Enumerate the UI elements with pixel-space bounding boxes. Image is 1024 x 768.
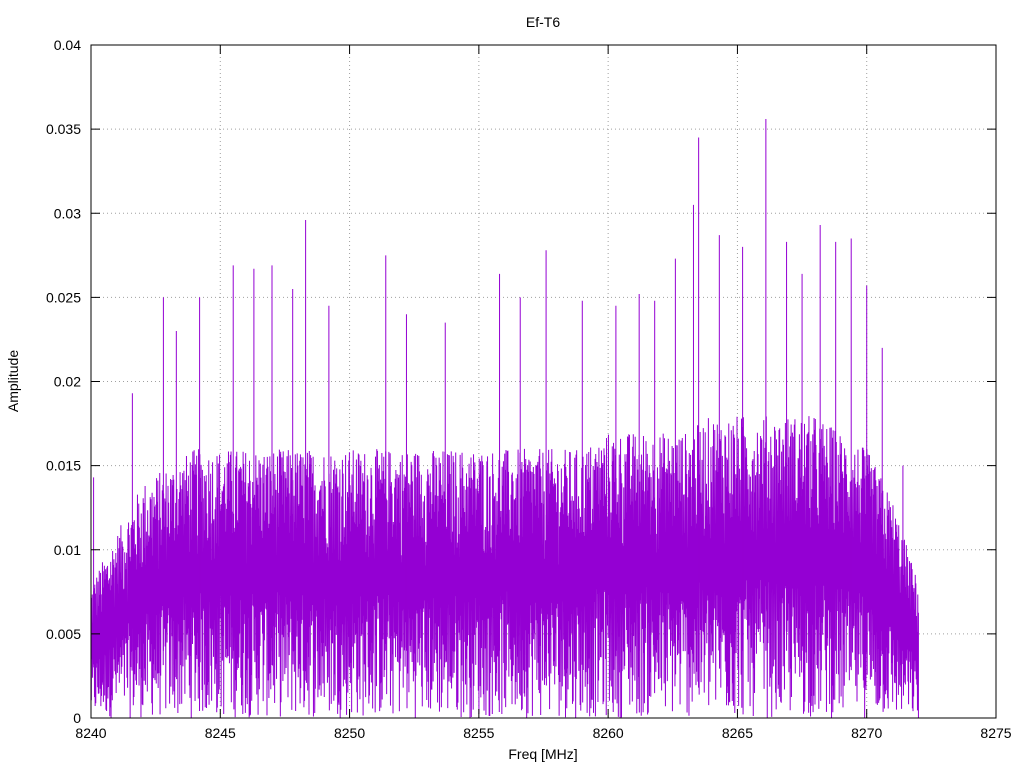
y-tick-label: 0: [73, 710, 81, 726]
spectrum-chart: 0 0.005 0.01 0.015 0.02 0.025 0.03 0.035 0.04 82…: [0, 0, 1024, 768]
x-tick-label: 8240: [75, 725, 106, 741]
y-tick-label: 0.02: [54, 374, 81, 390]
x-tick-label: 8260: [593, 725, 624, 741]
x-axis-title: Freq [MHz]: [508, 746, 577, 762]
y-axis-title: Amplitude: [5, 350, 21, 412]
y-tick-label: 0.035: [46, 121, 81, 137]
x-tick-label: 8250: [334, 725, 365, 741]
x-tick-label: 8265: [722, 725, 753, 741]
y-tick-label: 0.01: [54, 542, 81, 558]
y-tick-label: 0.025: [46, 289, 81, 305]
y-tick-label: 0.03: [54, 205, 81, 221]
x-tick-label: 8255: [463, 725, 494, 741]
y-tick-label: 0.04: [54, 37, 81, 53]
y-tick-label: 0.015: [46, 458, 81, 474]
chart-title: Ef-T6: [526, 14, 560, 30]
x-tick-label: 8275: [980, 725, 1011, 741]
x-tick-label: 8245: [205, 725, 236, 741]
y-tick-label: 0.005: [46, 626, 81, 642]
x-tick-label: 8270: [851, 725, 882, 741]
